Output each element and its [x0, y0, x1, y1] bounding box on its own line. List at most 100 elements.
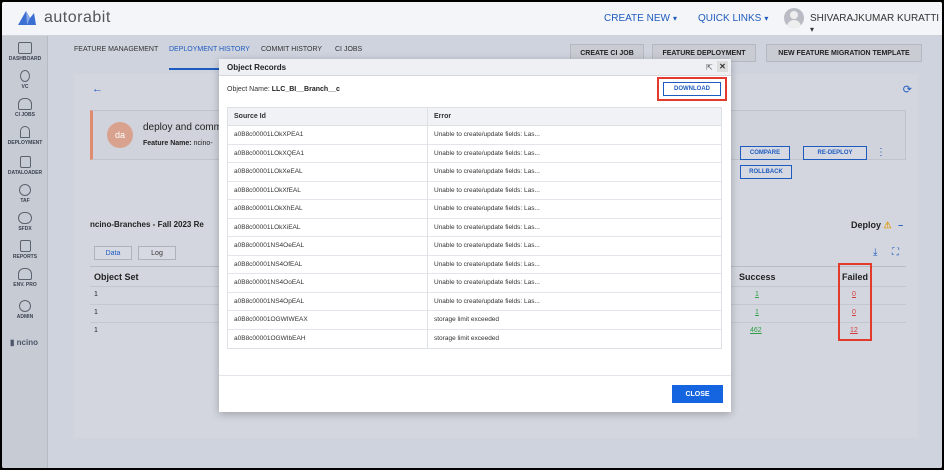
table-row: a0B8c00001LOkXiEAL Unable to create/updat…: [228, 218, 721, 237]
close-icon[interactable]: ✕: [717, 61, 728, 72]
source-id-header: Source Id: [234, 113, 266, 120]
deploy-status: Deploy ⚠ –: [851, 220, 903, 231]
table-row: a0B8c00001NS4OeEAL Unable to create/updat…: [228, 237, 721, 256]
error-cell: Unable to create/update fields: Las...: [434, 131, 540, 138]
back-arrow-icon[interactable]: ←: [92, 83, 103, 95]
chevron-down-icon: ▾: [672, 14, 677, 23]
success-header: Success: [739, 272, 776, 282]
column-divider: [427, 163, 428, 181]
user-menu[interactable]: SHIVARAJKUMAR KURATTI ▾: [810, 13, 942, 35]
feature-name: Feature Name: ncino-: [143, 140, 213, 147]
sidebar-item-env-pro[interactable]: ENV. PRO: [2, 268, 48, 288]
app-window: autorabit CREATE NEW ▾ QUICK LINKS ▾ SHI…: [2, 2, 942, 468]
sidebar-item-label: REPORTS: [12, 254, 38, 260]
chevron-down-icon: ▾: [810, 25, 815, 34]
compare-button[interactable]: COMPARE: [740, 146, 790, 160]
taf-icon: [19, 184, 31, 196]
column-divider: [427, 237, 428, 255]
download-icon[interactable]: ⤓: [873, 247, 877, 258]
success-link[interactable]: 1: [755, 291, 759, 298]
tab-log[interactable]: Log: [138, 246, 176, 260]
object-records-modal: Object Records ⇱ ✕ Object Name: LLC_BI__…: [219, 59, 731, 412]
sidebar-item-ncino[interactable]: ▮ ncino: [10, 338, 38, 347]
object-set-cell: 1: [94, 309, 98, 316]
sidebar-item-label: DASHBOARD: [8, 56, 42, 62]
tab-ci-jobs[interactable]: CI JOBS: [335, 46, 362, 53]
object-set-cell: 1: [94, 327, 98, 334]
env-pro-icon: [18, 268, 32, 280]
column-divider: [427, 218, 428, 236]
autorabit-logo[interactable]: autorabit: [16, 9, 111, 27]
error-cell: Unable to create/update fields: Las...: [434, 242, 540, 249]
sidebar-item-label: VC: [21, 84, 29, 90]
deployment-icon: [20, 126, 30, 138]
modal-title: Object Records: [227, 63, 287, 72]
reports-icon: [19, 240, 31, 252]
source-id-cell: a0B8c00001NS4OpEAL: [234, 297, 305, 305]
new-feature-migration-template-button[interactable]: NEW FEATURE MIGRATION TEMPLATE: [766, 44, 922, 62]
user-name: SHIVARAJKUMAR KURATTI: [810, 13, 940, 24]
user-avatar[interactable]: [784, 8, 804, 28]
source-id-cell: a0B8c00001OGWIbEAH: [234, 334, 306, 342]
quick-links-menu[interactable]: QUICK LINKS ▾: [698, 13, 768, 24]
sidebar-item-label: SFDX: [18, 226, 32, 232]
error-cell: storage limit exceeded: [434, 316, 500, 323]
popout-icon[interactable]: ⇱: [706, 63, 713, 72]
sidebar-item-dashboard[interactable]: DASHBOARD: [2, 42, 48, 62]
avatar-body: [787, 20, 801, 28]
column-divider: [427, 292, 428, 310]
error-cell: Unable to create/update fields: Las...: [434, 297, 540, 305]
modal-title-bar: Object Records ⇱ ✕: [219, 59, 731, 76]
sidebar-item-sfdx[interactable]: SFDX: [2, 212, 48, 232]
tab-commit-history[interactable]: COMMIT HISTORY: [261, 46, 322, 53]
source-id-cell: a0B8c00001LOkXeEAL: [234, 168, 303, 175]
sidebar-item-ci-jobs[interactable]: CI JOBS: [2, 98, 48, 118]
refresh-icon[interactable]: ⟳: [903, 83, 912, 96]
sidebar-item-reports[interactable]: REPORTS: [2, 240, 48, 260]
sidebar-item-taf[interactable]: TAF: [2, 184, 48, 204]
warning-icon: ⚠: [883, 220, 892, 230]
source-id-cell: a0B8c00001NS4OfEAL: [234, 260, 303, 268]
failed-column-highlight: [838, 263, 872, 341]
quick-links-label: QUICK LINKS: [698, 13, 762, 24]
ncino-bars-icon: ▮: [10, 338, 15, 347]
table-row: a0B8c00001OGWIWEAX storage limit exceeded: [228, 311, 721, 330]
column-divider: [427, 144, 428, 162]
sidebar-item-admin[interactable]: ADMIN: [2, 300, 48, 320]
sidebar: DASHBOARD VC CI JOBS DEPLOYMENT DATALOAD…: [2, 36, 48, 468]
sfdx-icon: [18, 212, 32, 224]
sidebar-item-dataloader[interactable]: DATALOADER: [2, 156, 48, 176]
modal-footer-divider: [219, 375, 731, 376]
column-divider: [427, 311, 428, 329]
tab-deployment-history[interactable]: DEPLOYMENT HISTORY: [169, 46, 250, 53]
success-link[interactable]: 1: [755, 309, 759, 316]
column-divider: [427, 108, 428, 125]
error-cell: Unable to create/update fields: Las...: [434, 223, 540, 231]
sidebar-item-vc[interactable]: VC: [2, 70, 48, 90]
sidebar-item-label: ADMIN: [16, 314, 34, 320]
create-new-menu[interactable]: CREATE NEW ▾: [604, 13, 677, 24]
more-options-icon[interactable]: ⋮: [876, 147, 886, 158]
records-table: Source Id Error a0B8c00001LOkXPEA1 Unable…: [227, 107, 722, 349]
source-id-cell: a0B8c00001LOkXPEA1: [234, 131, 304, 138]
redeploy-button[interactable]: RE-DEPLOY: [803, 146, 867, 160]
sidebar-item-label: CI JOBS: [14, 112, 35, 118]
collapse-icon[interactable]: –: [898, 220, 903, 230]
admin-icon: [19, 300, 31, 312]
expand-icon[interactable]: ⛶: [892, 247, 899, 258]
sidebar-item-deployment[interactable]: DEPLOYMENT: [2, 126, 48, 146]
column-divider: [427, 274, 428, 292]
close-button[interactable]: CLOSE: [672, 385, 723, 403]
object-set-header: Object Set: [94, 272, 139, 282]
sidebar-item-label: DATALOADER: [7, 170, 43, 176]
tab-feature-management[interactable]: FEATURE MANAGEMENT: [74, 46, 158, 53]
rollback-button[interactable]: ROLLBACK: [740, 165, 792, 179]
error-cell: storage limit exceeded: [434, 334, 500, 342]
table-row: a0B8c00001LOkXhEAL Unable to create/updat…: [228, 200, 721, 219]
table-row: a0B8c00001NS4OfEAL Unable to create/updat…: [228, 255, 721, 274]
object-set-cell: 1: [94, 291, 98, 298]
source-id-cell: a0B8c00001LOkXiEAL: [234, 223, 301, 231]
tab-data[interactable]: Data: [94, 246, 132, 260]
success-link[interactable]: 462: [750, 327, 762, 334]
top-bar: autorabit CREATE NEW ▾ QUICK LINKS ▾ SHI…: [2, 2, 942, 36]
